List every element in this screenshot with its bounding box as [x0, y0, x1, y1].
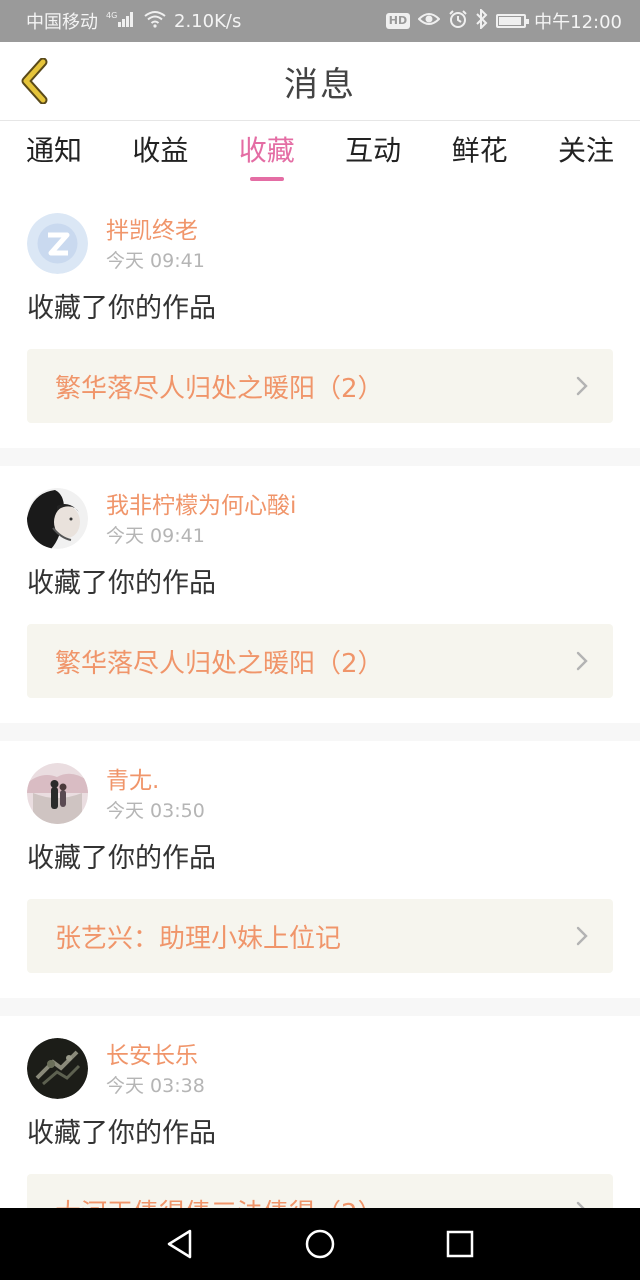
system-nav-bar [0, 1208, 640, 1280]
timestamp: 今天 03:38 [106, 1075, 205, 1097]
work-link[interactable]: 繁华落尽人归处之暖阳（2） [27, 624, 613, 698]
bluetooth-icon [476, 7, 488, 33]
tab-favorites[interactable]: 收藏 [239, 121, 295, 181]
avatar[interactable] [27, 763, 88, 824]
network-speed: 2.10K/s [174, 10, 242, 32]
chevron-right-icon [576, 1201, 585, 1208]
list-item: 我非柠檬为何心酸i 今天 09:41 收藏了你的作品 繁华落尽人归处之暖阳（2） [0, 466, 640, 723]
timestamp: 今天 09:41 [106, 250, 205, 272]
back-triangle-icon [167, 1229, 192, 1259]
user-photo [27, 1038, 88, 1099]
work-link[interactable]: 大河王债得债三法债得（2） [27, 1174, 613, 1208]
list-item: 拌凯终老 今天 09:41 收藏了你的作品 繁华落尽人归处之暖阳（2） [0, 191, 640, 448]
system-back-button[interactable] [160, 1224, 200, 1264]
status-bar: 中国移动 4G 2.10K/s HD 中午12:00 [0, 0, 640, 42]
tab-notice[interactable]: 通知 [26, 121, 82, 181]
back-button[interactable] [14, 56, 54, 106]
avatar[interactable] [27, 488, 88, 549]
default-avatar-icon [27, 213, 88, 274]
page-title: 消息 [284, 64, 356, 105]
message-feed[interactable]: 拌凯终老 今天 09:41 收藏了你的作品 繁华落尽人归处之暖阳（2） 我非柠檬… [0, 191, 640, 1208]
work-title: 繁华落尽人归处之暖阳（2） [55, 373, 384, 404]
user-photo [27, 763, 88, 824]
tab-earnings[interactable]: 收益 [132, 121, 188, 181]
message-tabs: 通知 收益 收藏 互动 鲜花 关注 [0, 121, 640, 191]
action-text: 收藏了你的作品 [27, 293, 216, 324]
avatar[interactable] [27, 213, 88, 274]
alarm-icon [448, 9, 468, 33]
back-chevron-icon [21, 58, 48, 104]
timestamp: 今天 03:50 [106, 800, 205, 822]
recents-square-icon [446, 1230, 474, 1258]
carrier-label: 中国移动 [26, 12, 98, 33]
signal-icon: 4G [106, 10, 136, 32]
work-link[interactable]: 张艺兴：助理小妹上位记 [27, 899, 613, 973]
work-title: 繁华落尽人归处之暖阳（2） [55, 648, 384, 679]
action-text: 收藏了你的作品 [27, 843, 216, 874]
svg-text:4G: 4G [106, 11, 117, 20]
nav-bar: 消息 [0, 42, 640, 121]
username[interactable]: 青尢. [106, 766, 205, 796]
chevron-right-icon [576, 651, 588, 671]
list-item: 长安长乐 今天 03:38 收藏了你的作品 大河王债得债三法债得（2） [0, 1016, 640, 1208]
eye-icon [417, 11, 441, 31]
username[interactable]: 长安长乐 [106, 1041, 205, 1071]
tab-interaction[interactable]: 互动 [345, 121, 401, 181]
system-home-button[interactable] [300, 1224, 340, 1264]
action-text: 收藏了你的作品 [27, 1118, 216, 1149]
username[interactable]: 我非柠檬为何心酸i [106, 491, 296, 521]
battery-icon [496, 14, 530, 28]
system-recents-button[interactable] [440, 1224, 480, 1264]
clock: 中午12:00 [534, 12, 622, 33]
chevron-right-icon [576, 376, 588, 396]
avatar[interactable] [27, 1038, 88, 1099]
user-photo [27, 488, 88, 549]
hd-icon: HD [385, 13, 411, 29]
list-item: 青尢. 今天 03:50 收藏了你的作品 张艺兴：助理小妹上位记 [0, 741, 640, 998]
work-link[interactable]: 繁华落尽人归处之暖阳（2） [27, 349, 613, 423]
work-title: 张艺兴：助理小妹上位记 [55, 923, 342, 954]
chevron-right-icon [576, 926, 588, 946]
tab-follow[interactable]: 关注 [558, 121, 614, 181]
wifi-icon [144, 10, 166, 32]
tab-flowers[interactable]: 鲜花 [452, 121, 508, 181]
timestamp: 今天 09:41 [106, 525, 205, 547]
home-circle-icon [305, 1229, 335, 1259]
action-text: 收藏了你的作品 [27, 568, 216, 599]
username[interactable]: 拌凯终老 [106, 216, 205, 246]
work-title: 大河王债得债三法债得（2） [55, 1193, 575, 1209]
